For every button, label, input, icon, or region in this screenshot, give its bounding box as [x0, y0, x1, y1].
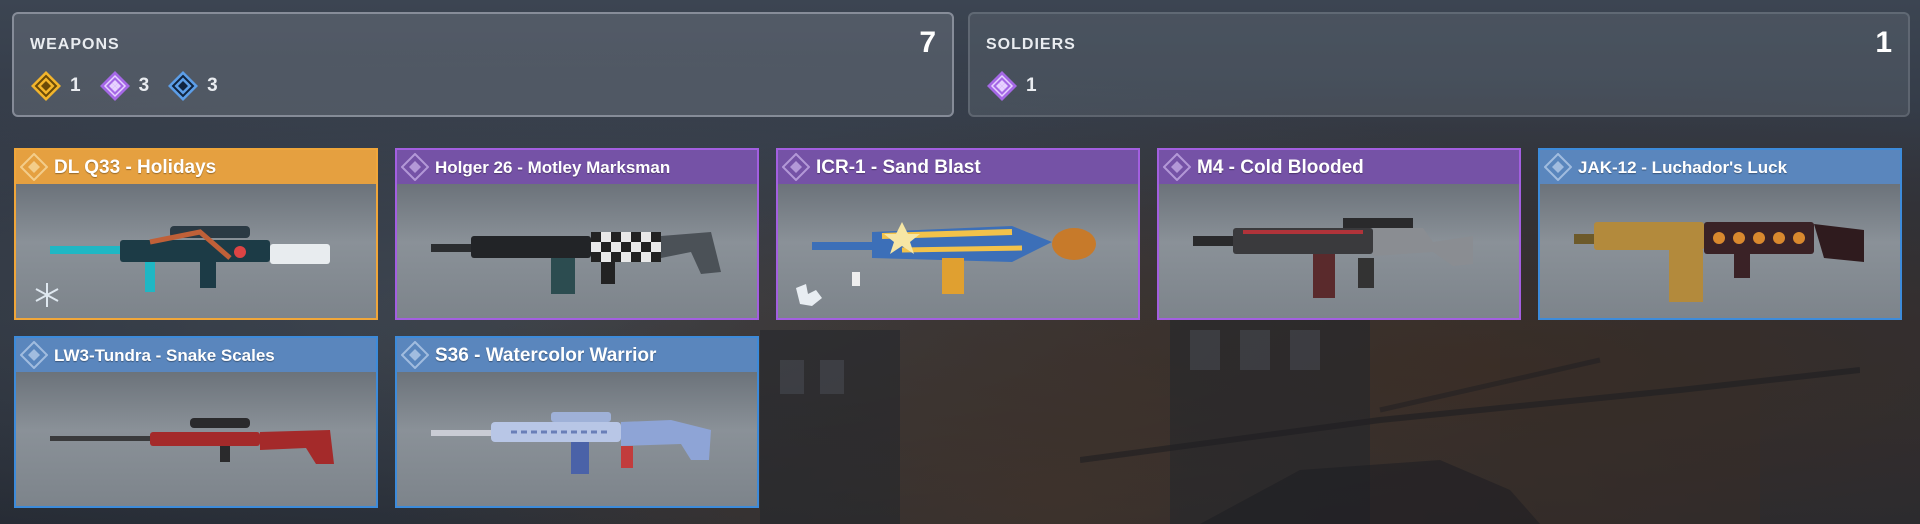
- card-header: Holger 26 - Motley Marksman: [397, 150, 757, 184]
- rare-diamond-icon: [20, 341, 48, 369]
- weapon-card-holger-26[interactable]: Holger 26 - Motley Marksman: [395, 148, 759, 320]
- weapon-image-dl-q33: [50, 226, 330, 292]
- weapon-card-s36[interactable]: S36 - Watercolor Warrior: [395, 336, 759, 508]
- soldiers-rarity-counts: 1: [986, 70, 1055, 102]
- weapon-image-jak-12: [1574, 222, 1864, 302]
- legendary-diamond-icon: [31, 71, 61, 101]
- weapon-name: LW3-Tundra - Snake Scales: [54, 346, 275, 365]
- card-header: M4 - Cold Blooded: [1159, 150, 1519, 184]
- epic-count: 1: [986, 70, 1037, 102]
- epic-diamond-icon: [1163, 153, 1191, 181]
- card-header: ICR-1 - Sand Blast: [778, 150, 1138, 184]
- soldiers-summary-panel: SOLDIERS 1 1: [968, 12, 1910, 117]
- soldiers-epic-count-value: 1: [1026, 75, 1037, 96]
- weapon-name: ICR-1 - Sand Blast: [816, 157, 981, 178]
- epic-diamond-icon: [987, 71, 1017, 101]
- weapon-card-icr-1[interactable]: ICR-1 - Sand Blast: [776, 148, 1140, 320]
- weapons-title: WEAPONS: [30, 36, 120, 53]
- weapon-name: JAK-12 - Luchador's Luck: [1578, 158, 1788, 177]
- weapon-image-lw3-tundra: [50, 418, 334, 464]
- card-header: DL Q33 - Holidays: [16, 150, 376, 184]
- card-header: JAK-12 - Luchador's Luck: [1540, 150, 1900, 184]
- weapon-image-s36: [431, 412, 711, 474]
- weapon-name: DL Q33 - Holidays: [54, 157, 217, 178]
- rare-diamond-icon: [168, 71, 199, 101]
- epic-diamond-icon: [99, 71, 130, 101]
- epic-diamond-icon: [782, 153, 810, 181]
- snowflake-badge-icon: [35, 283, 59, 307]
- soldiers-title: SOLDIERS: [986, 36, 1076, 53]
- epic-diamond-icon: [401, 153, 429, 181]
- legendary-count: 1: [30, 70, 81, 102]
- weapon-image-icr-1: [812, 222, 1096, 294]
- rare-count-value: 3: [207, 75, 218, 96]
- weapon-image-holger-26: [431, 232, 721, 294]
- background-window: [780, 360, 804, 394]
- card-header: S36 - Watercolor Warrior: [397, 338, 757, 372]
- weapon-name: M4 - Cold Blooded: [1197, 157, 1364, 178]
- helicopter-silhouette: [1080, 357, 1860, 524]
- epic-count-value: 3: [138, 75, 150, 96]
- soldiers-total: 1: [1875, 26, 1892, 59]
- legendary-diamond-icon: [20, 153, 48, 181]
- rare-diamond-icon: [1544, 153, 1572, 181]
- weapons-summary-panel: WEAPONS 7 1 3 3: [12, 12, 954, 117]
- weapon-image-m4: [1193, 218, 1473, 298]
- legendary-count-value: 1: [70, 75, 81, 96]
- gamepad-badge-icon: [796, 284, 822, 306]
- weapon-card-dl-q33[interactable]: DL Q33 - Holidays: [14, 148, 378, 320]
- weapons-total: 7: [919, 26, 936, 59]
- card-header: LW3-Tundra - Snake Scales: [16, 338, 376, 372]
- weapon-card-m4[interactable]: M4 - Cold Blooded: [1157, 148, 1521, 320]
- epic-count: 3: [99, 70, 150, 102]
- background-window: [820, 360, 844, 394]
- weapon-name: S36 - Watercolor Warrior: [435, 345, 657, 366]
- weapon-card-lw3-tundra[interactable]: LW3-Tundra - Snake Scales: [14, 336, 378, 508]
- weapon-card-jak-12[interactable]: JAK-12 - Luchador's Luck: [1538, 148, 1902, 320]
- rare-count: 3: [167, 70, 218, 102]
- rare-diamond-icon: [401, 341, 429, 369]
- weapon-name: Holger 26 - Motley Marksman: [435, 158, 671, 177]
- weapons-rarity-counts: 1 3 3: [30, 70, 236, 102]
